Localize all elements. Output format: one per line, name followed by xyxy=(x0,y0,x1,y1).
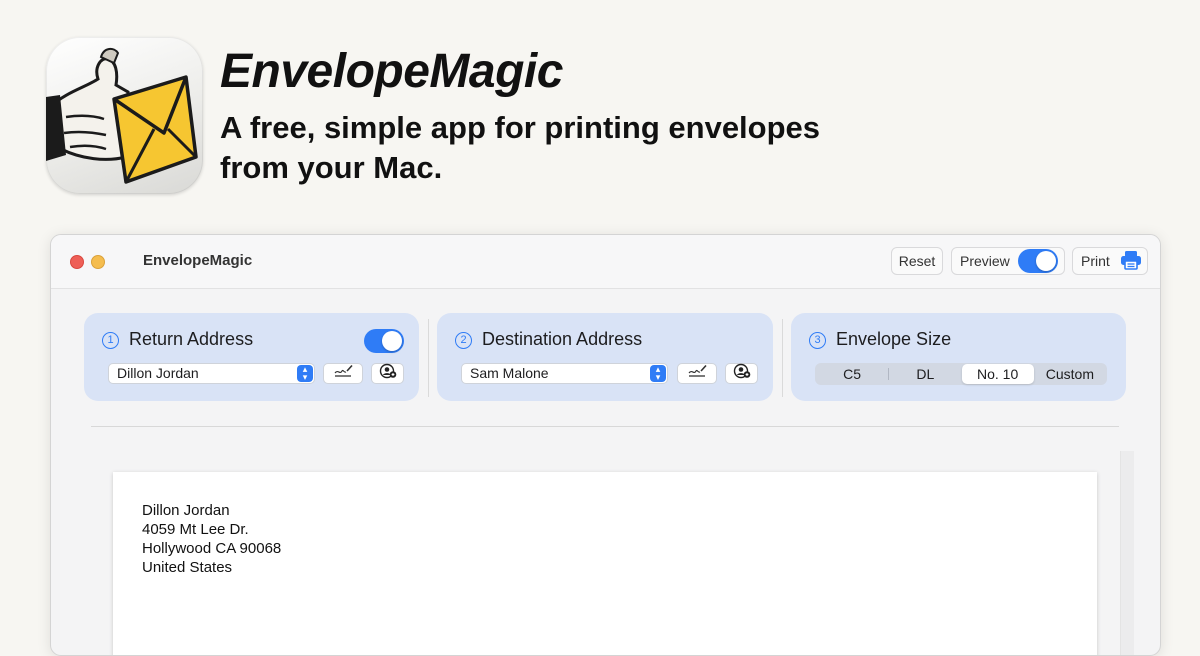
hero-title: EnvelopeMagic xyxy=(220,45,563,98)
destination-contact-value: Sam Malone xyxy=(470,365,549,381)
minimize-window-button[interactable] xyxy=(91,255,105,269)
return-address-line: Hollywood CA 90068 xyxy=(142,540,282,557)
panel-divider xyxy=(782,319,783,397)
return-address-toggle[interactable] xyxy=(364,329,404,353)
preview-control: Preview xyxy=(951,247,1065,275)
return-address-line: Dillon Jordan xyxy=(142,502,230,519)
contact-picker-icon xyxy=(733,363,751,384)
step-number-2: 2 xyxy=(455,332,472,349)
signature-edit-icon xyxy=(332,364,354,383)
destination-address-title: Destination Address xyxy=(482,329,643,349)
return-address-title: Return Address xyxy=(129,329,254,349)
printer-icon xyxy=(1120,250,1142,273)
content-divider xyxy=(91,426,1119,427)
envelope-size-panel: 3 Envelope Size C5 DL No. 10 Custom xyxy=(791,313,1126,401)
app-icon xyxy=(46,37,203,194)
destination-address-panel: 2 Destination Address Sam Malone ▴ ▾ xyxy=(437,313,773,401)
hero-tagline: A free, simple app for printing envelope… xyxy=(220,108,860,188)
title-bar: EnvelopeMagic Reset Preview Print xyxy=(51,235,1160,289)
panel-divider xyxy=(428,319,429,397)
step-number-3: 3 xyxy=(809,332,826,349)
return-address-line: 4059 Mt Lee Dr. xyxy=(142,521,249,538)
return-contact-value: Dillon Jordan xyxy=(117,365,199,381)
return-address-line: United States xyxy=(142,559,233,576)
app-window: EnvelopeMagic Reset Preview Print 1 Retu… xyxy=(50,234,1161,656)
contact-picker-icon xyxy=(379,363,397,384)
step-number-1: 1 xyxy=(102,332,119,349)
preview-label: Preview xyxy=(960,253,1010,269)
envelope-size-segmented-control: C5 DL No. 10 Custom xyxy=(815,363,1107,385)
size-option-c5[interactable]: C5 xyxy=(816,364,888,384)
size-option-no10[interactable]: No. 10 xyxy=(961,364,1034,384)
print-label: Print xyxy=(1081,253,1110,269)
preview-toggle[interactable] xyxy=(1017,249,1058,273)
return-address-block: Dillon Jordan 4059 Mt Lee Dr. Hollywood … xyxy=(142,501,281,577)
choose-destination-contact-button[interactable] xyxy=(725,363,758,384)
tagline-line-1: A free, simple app for printing envelope… xyxy=(220,110,821,145)
choose-return-contact-button[interactable] xyxy=(371,363,404,384)
tagline-line-2: from your Mac. xyxy=(220,150,443,185)
signature-edit-icon xyxy=(686,364,708,383)
chevron-up-down-icon: ▴ ▾ xyxy=(650,365,666,382)
size-option-dl[interactable]: DL xyxy=(889,364,961,384)
envelope-size-title: Envelope Size xyxy=(836,329,952,349)
destination-contact-select[interactable]: Sam Malone ▴ ▾ xyxy=(461,363,668,384)
edit-return-address-button[interactable] xyxy=(323,363,363,384)
reset-button[interactable]: Reset xyxy=(891,247,943,275)
return-contact-select[interactable]: Dillon Jordan ▴ ▾ xyxy=(108,363,315,384)
reset-label: Reset xyxy=(898,253,936,269)
chevron-up-down-icon: ▴ ▾ xyxy=(297,365,313,382)
print-button[interactable]: Print xyxy=(1072,247,1148,275)
window-title: EnvelopeMagic xyxy=(143,252,253,269)
return-address-panel: 1 Return Address Dillon Jordan ▴ ▾ xyxy=(84,313,419,401)
edit-destination-address-button[interactable] xyxy=(677,363,717,384)
close-window-button[interactable] xyxy=(70,255,84,269)
envelope-preview: Dillon Jordan 4059 Mt Lee Dr. Hollywood … xyxy=(113,472,1097,655)
vertical-scrollbar[interactable] xyxy=(1120,451,1134,655)
size-option-custom[interactable]: Custom xyxy=(1034,364,1106,384)
